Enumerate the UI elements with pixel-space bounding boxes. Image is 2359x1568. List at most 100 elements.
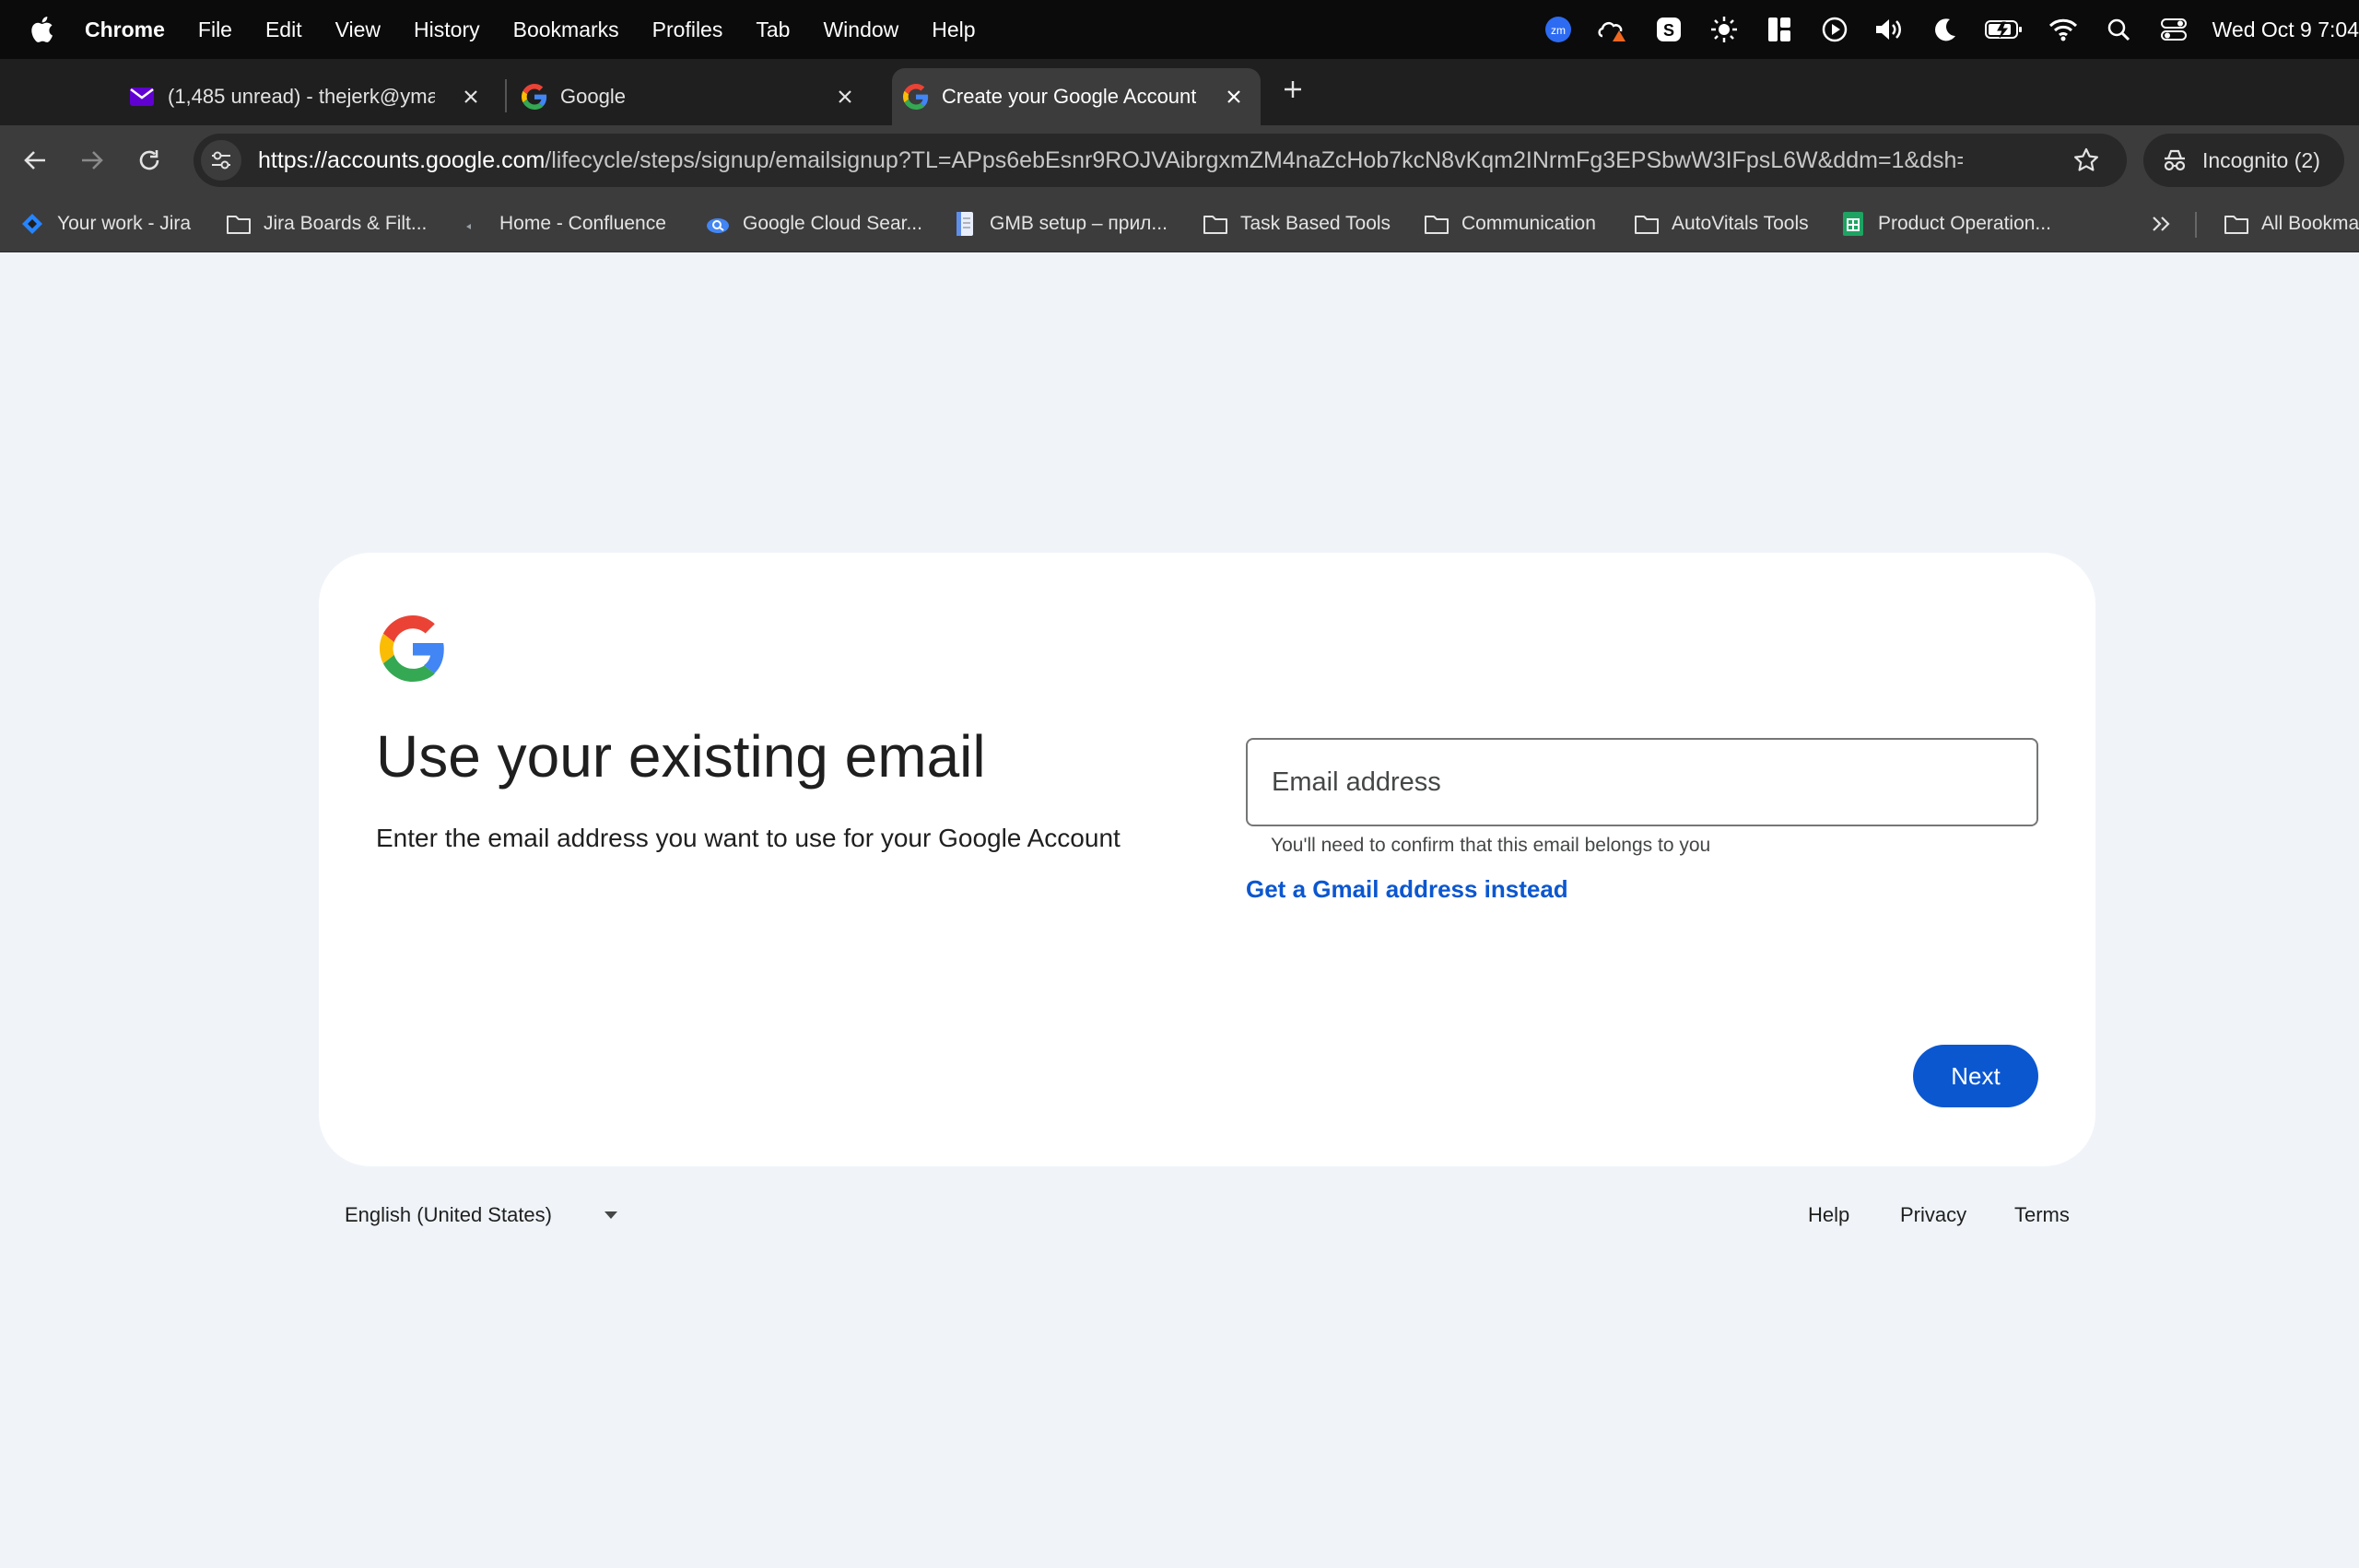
bookmark-star-icon[interactable] [2068,142,2105,179]
jira-icon [18,210,46,238]
menu-app-name[interactable]: Chrome [85,18,165,42]
signup-card: Use your existing email Enter the email … [319,553,2095,1166]
incognito-icon [2160,146,2189,175]
reload-button[interactable] [131,142,168,179]
chevron-double-right-icon [2147,210,2175,238]
bookmark-gmb-setup[interactable]: GMB setup – прил... [951,206,1168,241]
google-cloud-search-icon [704,210,732,238]
browser-toolbar: https://accounts.google.com/lifecycle/st… [0,125,2359,195]
folder-icon [225,210,252,238]
arrow-left-icon [24,151,45,170]
menu-file[interactable]: File [198,18,232,42]
close-tab-icon[interactable] [455,81,487,112]
url-path: /lifecycle/steps/signup/emailsignup?TL=A… [545,146,1963,173]
bookmark-jira-boards[interactable]: Jira Boards & Filt... [225,206,427,241]
folder-icon [2223,210,2250,238]
bookmark-label: Task Based Tools [1240,213,1391,234]
zoom-icon[interactable]: zm [1542,13,1575,46]
folder-icon [1423,210,1450,238]
play-icon[interactable] [1818,13,1851,46]
wifi-icon[interactable] [2047,13,2080,46]
tab-yahoo-mail[interactable]: (1,485 unread) - thejerk@yma [129,68,498,125]
apple-icon[interactable] [29,14,57,45]
bookmark-label: Product Operation... [1878,213,2051,234]
bookmark-jira[interactable]: Your work - Jira [18,206,191,241]
bookmark-label: AutoVitals Tools [1672,213,1809,234]
google-g-icon [903,84,929,110]
macos-menu-bar: Chrome File Edit View History Bookmarks … [0,0,2359,59]
menu-window[interactable]: Window [823,18,898,42]
email-input[interactable] [1248,740,2036,825]
tab-title: Create your Google Account [942,85,1197,108]
bookmark-label: Google Cloud Sear... [743,213,922,234]
page-subtitle: Enter the email address you want to use … [376,824,1121,852]
url-text[interactable]: https://accounts.google.com/lifecycle/st… [258,147,1963,174]
menu-profiles[interactable]: Profiles [652,18,723,42]
google-logo-icon [380,615,446,682]
bookmark-product-operation[interactable]: Product Operation... [1839,206,2051,241]
site-settings-icon[interactable] [201,140,241,181]
document-icon [951,210,979,238]
forward-button[interactable] [74,142,111,179]
close-tab-icon[interactable] [829,81,861,112]
tab-google[interactable]: Google [522,68,872,125]
bookmark-all-bookmarks[interactable]: All Bookmarks [2223,206,2359,241]
bookmark-autovitals-tools[interactable]: AutoVitals Tools [1633,206,1809,241]
menu-bookmarks[interactable]: Bookmarks [513,18,619,42]
bookmark-label: All Bookmarks [2261,213,2359,234]
reload-icon [139,150,159,170]
bookmark-google-cloud-search[interactable]: Google Cloud Sear... [704,206,922,241]
bookmark-task-based-tools[interactable]: Task Based Tools [1202,206,1391,241]
menu-history[interactable]: History [414,18,480,42]
yahoo-mail-icon [129,84,155,110]
svg-text:zm: zm [1551,24,1566,37]
battery-charging-icon[interactable] [1984,13,2025,46]
tab-create-google-account[interactable]: Create your Google Account [892,68,1261,125]
footer-privacy-link[interactable]: Privacy [1900,1203,1966,1227]
bookmark-label: Your work - Jira [57,213,192,234]
address-bar[interactable]: https://accounts.google.com/lifecycle/st… [194,134,2127,187]
menu-tab[interactable]: Tab [756,18,790,42]
do-not-disturb-moon-icon[interactable] [1929,13,1962,46]
new-tab-button[interactable] [1277,74,1309,105]
control-center-icon[interactable] [2157,13,2190,46]
incognito-indicator[interactable]: Incognito (2) [2143,134,2344,187]
window-layout-icon[interactable] [1763,13,1796,46]
url-host: https://accounts.google.com [258,146,546,173]
brightness-icon[interactable] [1708,13,1741,46]
menubar-clock[interactable]: Wed Oct 9 7:04 [2212,18,2359,42]
email-field[interactable] [1246,738,2038,826]
skype-icon[interactable]: S [1652,13,1685,46]
spotlight-search-icon[interactable] [2102,13,2135,46]
arrow-right-icon [82,151,103,170]
tab-title: (1,485 unread) - thejerk@yma [168,85,435,108]
page-title: Use your existing email [376,723,986,790]
footer-terms-link[interactable]: Terms [2014,1203,2070,1227]
menu-help[interactable]: Help [932,18,975,42]
language-label: English (United States) [345,1203,552,1226]
email-helper-text: You'll need to confirm that this email b… [1271,835,1711,856]
cloud-sync-warning-icon[interactable] [1597,13,1630,46]
more-bookmarks-button[interactable] [2147,206,2186,241]
menu-view[interactable]: View [335,18,381,42]
tab-title: Google [560,85,626,108]
language-selector[interactable]: English (United States) [345,1203,620,1227]
bookmark-label: Home - Confluence [499,213,666,234]
get-gmail-address-link[interactable]: Get a Gmail address instead [1246,875,1568,904]
folder-icon [1633,210,1661,238]
incognito-label: Incognito (2) [2202,147,2320,172]
bookmarks-divider [2195,212,2197,238]
bookmark-label: Jira Boards & Filt... [264,213,428,234]
confluence-icon [461,210,488,238]
footer-help-link[interactable]: Help [1808,1203,1849,1227]
tab-divider [505,79,507,112]
google-g-icon [522,84,547,110]
close-tab-icon[interactable] [1218,81,1250,112]
menu-edit[interactable]: Edit [265,18,302,42]
next-button[interactable]: Next [1913,1045,2038,1107]
bookmark-confluence[interactable]: Home - Confluence [461,206,666,241]
bookmark-communication[interactable]: Communication [1423,206,1596,241]
caret-down-icon [602,1206,620,1224]
back-button[interactable] [17,142,53,179]
volume-icon[interactable] [1873,13,1907,46]
